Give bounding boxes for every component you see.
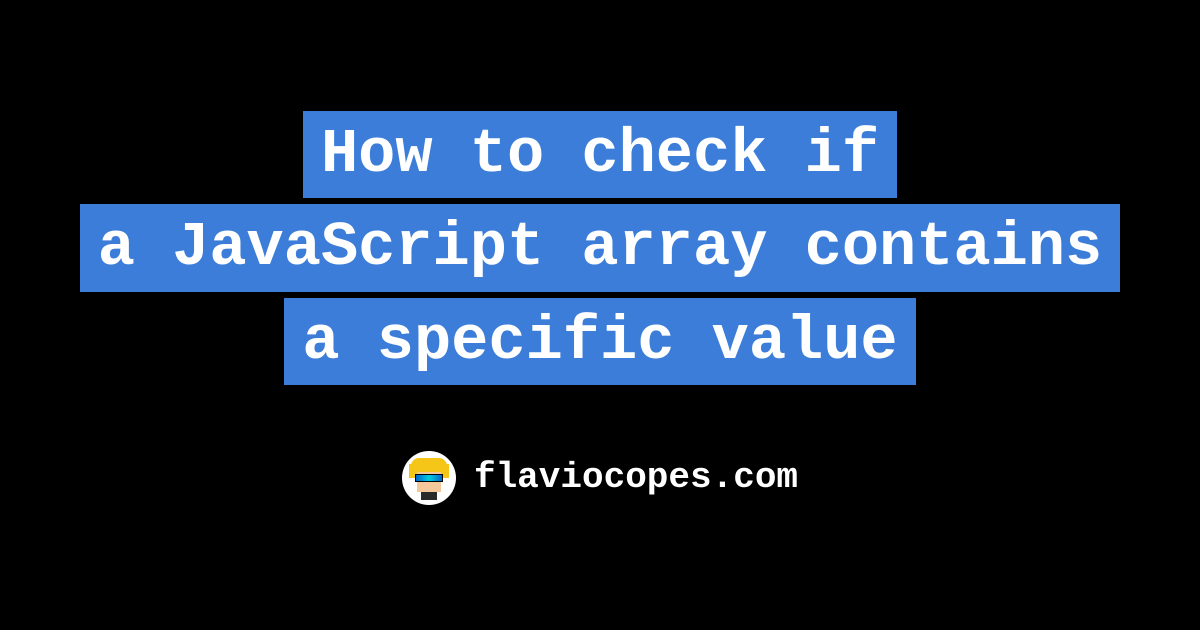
avatar: [402, 451, 456, 505]
title-line-wrapper: a specific value: [80, 298, 1121, 385]
title-line-2: a JavaScript array contains: [80, 204, 1121, 291]
page-title: How to check if a JavaScript array conta…: [80, 105, 1121, 391]
site-name: flaviocopes.com: [474, 457, 798, 498]
footer: flaviocopes.com: [402, 451, 798, 505]
avatar-icon: [407, 456, 451, 500]
title-line-wrapper: How to check if: [80, 111, 1121, 198]
title-line-wrapper: a JavaScript array contains: [80, 204, 1121, 291]
title-line-1: How to check if: [303, 111, 897, 198]
title-line-3: a specific value: [284, 298, 915, 385]
